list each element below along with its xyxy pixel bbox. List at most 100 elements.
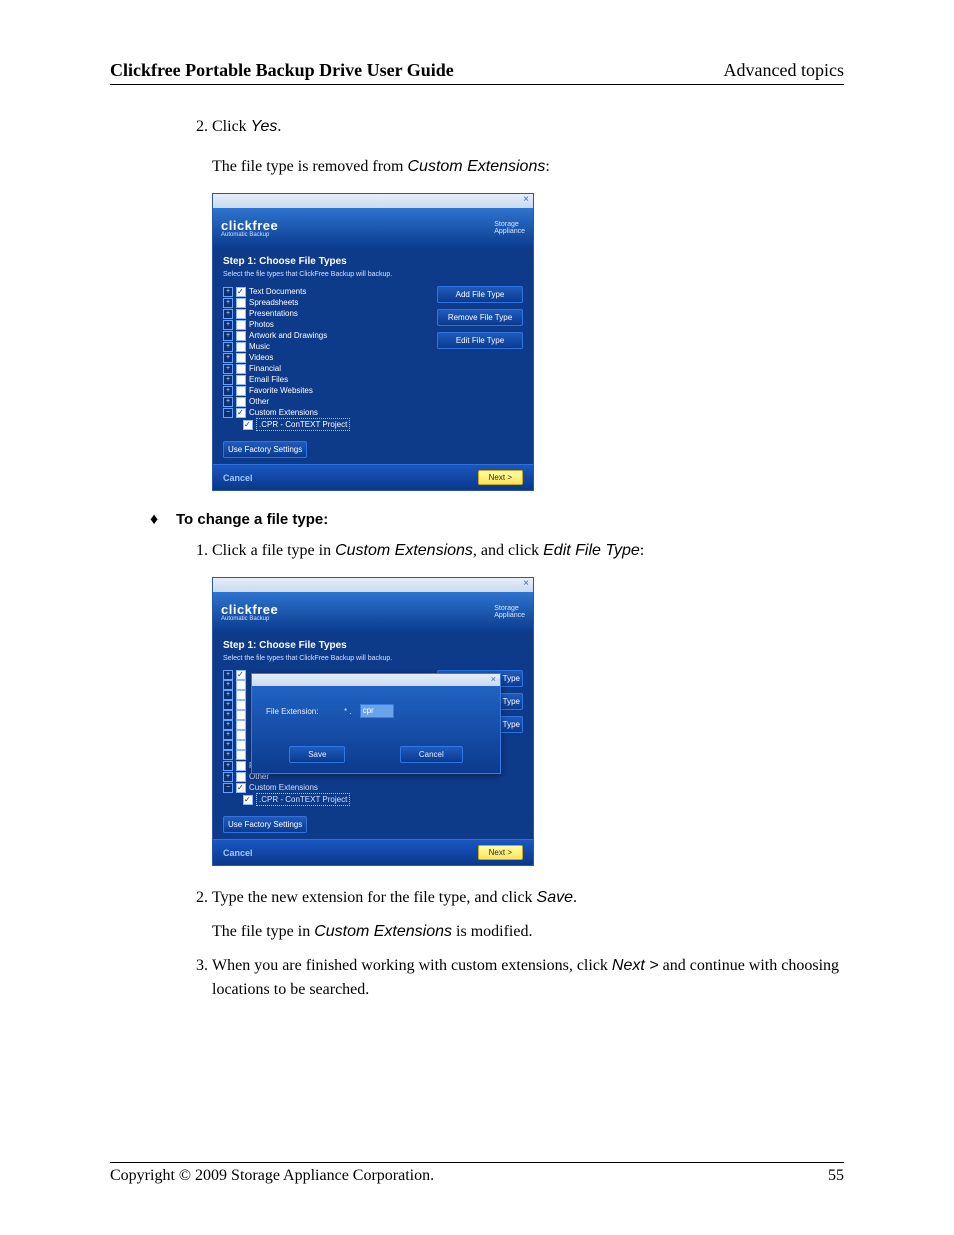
collapse-icon[interactable]: −	[223, 783, 233, 793]
remove-file-type-button[interactable]: Remove File Type	[437, 309, 523, 326]
next-button[interactable]: Next >	[478, 470, 523, 485]
expand-icon[interactable]: +	[223, 750, 233, 760]
checkbox-icon[interactable]	[236, 408, 246, 418]
close-icon[interactable]: ×	[523, 194, 529, 205]
close-icon[interactable]: ×	[523, 578, 529, 589]
use-factory-settings-button[interactable]: Use Factory Settings	[223, 441, 307, 458]
expand-icon[interactable]: +	[223, 287, 233, 297]
expand-icon[interactable]: +	[223, 740, 233, 750]
file-extension-label: File Extension:	[266, 707, 336, 716]
checkbox-icon[interactable]	[236, 353, 246, 363]
extension-input[interactable]: cpr	[360, 704, 394, 718]
checkbox-icon[interactable]	[236, 783, 246, 793]
expand-icon[interactable]: +	[223, 720, 233, 730]
ui-term-custom-extensions: Custom Extensions	[408, 158, 546, 175]
cancel-button[interactable]: Cancel	[223, 473, 253, 483]
expand-icon[interactable]: +	[223, 298, 233, 308]
checkbox-icon[interactable]	[236, 386, 246, 396]
expand-icon[interactable]: +	[223, 386, 233, 396]
checkbox-icon[interactable]	[236, 309, 246, 319]
tree-item[interactable]: +Favorite Websites	[223, 385, 429, 396]
checkbox-icon[interactable]	[236, 740, 246, 750]
text: .	[277, 118, 281, 135]
checkbox-icon[interactable]	[236, 700, 246, 710]
edit-extension-dialog: × File Extension: * . cpr Save Cancel	[251, 673, 501, 774]
steps-list-b: Click a file type in Custom Extensions, …	[150, 539, 844, 563]
expand-icon[interactable]: +	[223, 342, 233, 352]
text: When you are finished working with custo…	[212, 957, 612, 974]
expand-icon[interactable]: +	[223, 710, 233, 720]
checkbox-icon[interactable]	[236, 331, 246, 341]
checkbox-icon[interactable]	[236, 375, 246, 385]
expand-icon[interactable]: +	[223, 700, 233, 710]
checkbox-icon[interactable]	[236, 364, 246, 374]
edit-file-type-button[interactable]: Edit File Type	[437, 332, 523, 349]
save-button[interactable]: Save	[289, 746, 345, 763]
tree-item[interactable]: +Spreadsheets	[223, 297, 429, 308]
tree-item[interactable]: +Presentations	[223, 308, 429, 319]
expand-icon[interactable]: +	[223, 353, 233, 363]
close-icon[interactable]: ×	[491, 674, 496, 684]
use-factory-settings-button[interactable]: Use Factory Settings	[223, 816, 307, 833]
tree-item[interactable]: +Email Files	[223, 374, 429, 385]
tree-item[interactable]: +Financial	[223, 363, 429, 374]
checkbox-icon[interactable]	[236, 730, 246, 740]
text: :	[640, 542, 644, 559]
expand-icon[interactable]: +	[223, 364, 233, 374]
ui-term-next: Next >	[612, 957, 659, 974]
filetype-tree[interactable]: + Text Documents +Spreadsheets +Presentat…	[223, 286, 429, 431]
collapse-icon[interactable]: −	[223, 408, 233, 418]
steps-list-c: Type the new extension for the file type…	[150, 886, 844, 1002]
checkbox-icon[interactable]	[236, 342, 246, 352]
cancel-button[interactable]: Cancel	[223, 848, 253, 858]
expand-icon[interactable]: +	[223, 670, 233, 680]
checkbox-icon[interactable]	[236, 720, 246, 730]
tree-item[interactable]: + Text Documents	[223, 286, 429, 297]
expand-icon[interactable]: +	[223, 730, 233, 740]
tree-label: Custom Extensions	[249, 782, 318, 793]
tree-item-custom-extensions[interactable]: −Custom Extensions	[223, 407, 429, 418]
checkbox-icon[interactable]	[236, 298, 246, 308]
expand-icon[interactable]: +	[223, 772, 233, 782]
text: Appliance	[494, 228, 525, 235]
tree-label: Text Documents	[249, 286, 306, 297]
expand-icon[interactable]: +	[223, 690, 233, 700]
checkbox-icon[interactable]	[236, 690, 246, 700]
checkbox-icon[interactable]	[243, 420, 253, 430]
tree-item[interactable]: +Other	[223, 396, 429, 407]
add-file-type-button[interactable]: Add File Type	[437, 286, 523, 303]
brand-logo: clickfree	[221, 219, 278, 232]
tree-item[interactable]: +Music	[223, 341, 429, 352]
checkbox-icon[interactable]	[236, 287, 246, 297]
checkbox-icon[interactable]	[236, 772, 246, 782]
titlebar: ×	[213, 194, 533, 208]
checkbox-icon[interactable]	[236, 680, 246, 690]
tree-item[interactable]: +Photos	[223, 319, 429, 330]
procedure-title: To change a file type:	[176, 511, 328, 528]
checkbox-icon[interactable]	[236, 761, 246, 771]
checkbox-icon[interactable]	[236, 397, 246, 407]
expand-icon[interactable]: +	[223, 680, 233, 690]
expand-icon[interactable]: +	[223, 320, 233, 330]
tree-child-item[interactable]: .CPR - ConTEXT Project	[223, 418, 429, 431]
expand-icon[interactable]: +	[223, 331, 233, 341]
checkbox-icon[interactable]	[236, 670, 246, 680]
checkbox-icon[interactable]	[236, 710, 246, 720]
brand-right: Storage Appliance	[494, 605, 525, 619]
tree-item[interactable]: +Artwork and Drawings	[223, 330, 429, 341]
text: :	[545, 158, 549, 175]
tree-item[interactable]: +Videos	[223, 352, 429, 363]
expand-icon[interactable]: +	[223, 375, 233, 385]
cancel-button[interactable]: Cancel	[400, 746, 463, 763]
tree-child-item[interactable]: .CPR - ConTEXT Project	[223, 793, 429, 806]
checkbox-icon[interactable]	[236, 320, 246, 330]
expand-icon[interactable]: +	[223, 397, 233, 407]
header-section: Advanced topics	[724, 60, 844, 81]
checkbox-icon[interactable]	[243, 795, 253, 805]
step-b1: Click a file type in Custom Extensions, …	[212, 539, 844, 563]
expand-icon[interactable]: +	[223, 761, 233, 771]
expand-icon[interactable]: +	[223, 309, 233, 319]
checkbox-icon[interactable]	[236, 750, 246, 760]
tree-item-custom-extensions[interactable]: − Custom Extensions	[223, 782, 429, 793]
next-button[interactable]: Next >	[478, 845, 523, 860]
